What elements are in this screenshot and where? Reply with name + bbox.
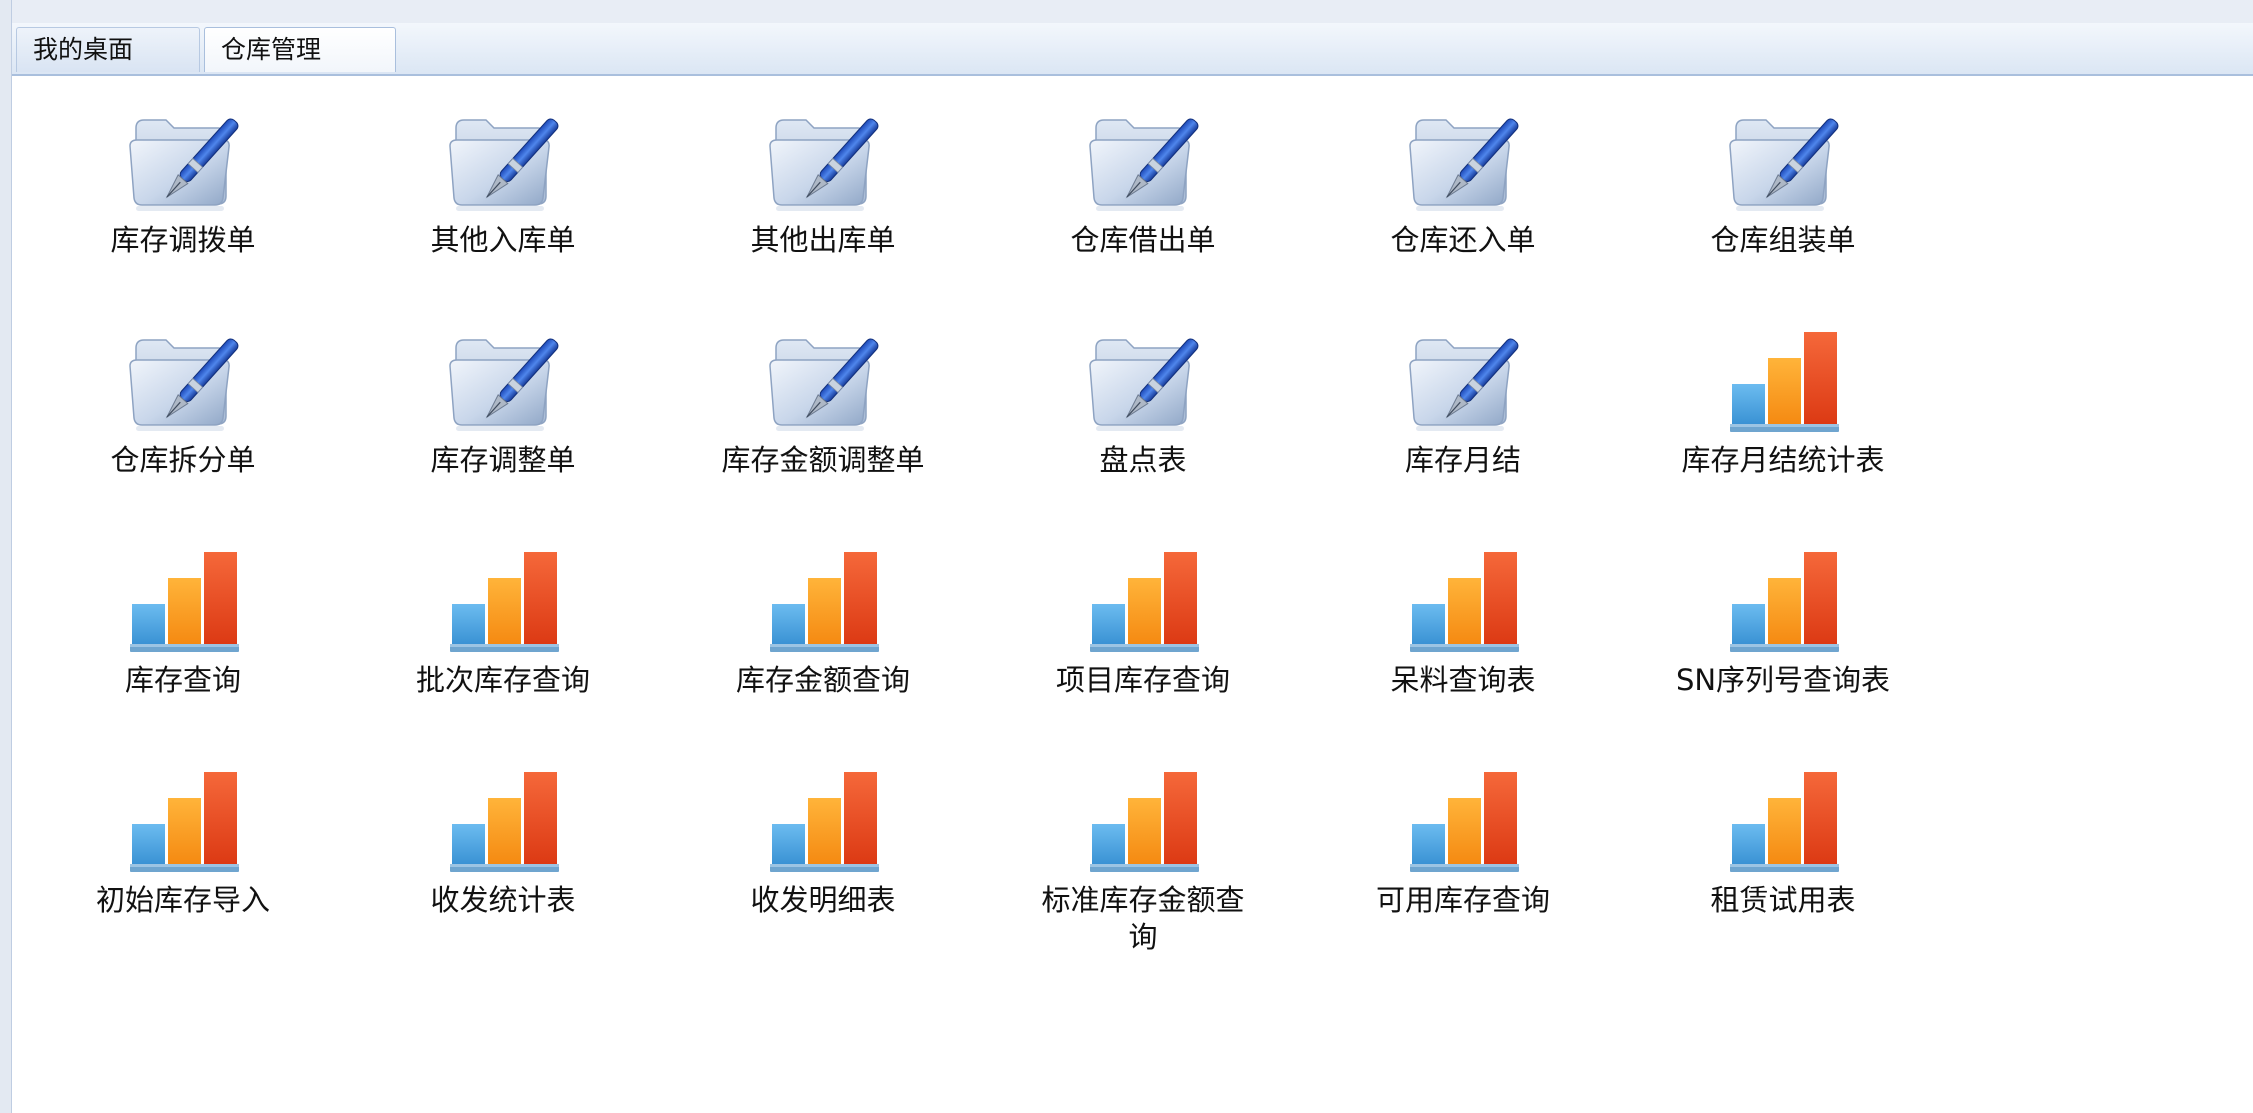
tab-my-desktop[interactable]: 我的桌面 xyxy=(16,27,200,72)
folder-pen-icon xyxy=(124,104,242,216)
left-collapse-rail xyxy=(0,0,12,1113)
folder-pen-icon xyxy=(1404,104,1522,216)
module-item-label: 库存月结统计表 xyxy=(1681,443,1885,477)
module-item[interactable]: 库存调拨单 xyxy=(73,104,293,259)
module-item-label: SN序列号查询表 xyxy=(1675,663,1891,697)
module-item[interactable]: 其他出库单 xyxy=(713,104,933,259)
module-item-label: 标准库存金额查询 xyxy=(1041,883,1245,954)
module-item[interactable]: 库存金额查询 xyxy=(713,544,933,699)
module-item[interactable]: 仓库拆分单 xyxy=(73,324,293,479)
module-item-label: 库存金额调整单 xyxy=(721,443,925,477)
module-item[interactable]: 可用库存查询 xyxy=(1353,764,1573,919)
module-item-label: 库存金额查询 xyxy=(735,663,910,697)
module-item-label: 库存调整单 xyxy=(430,443,576,477)
folder-pen-icon xyxy=(444,324,562,436)
module-item[interactable]: 标准库存金额查询 xyxy=(1033,764,1253,956)
module-item-label: 收发明细表 xyxy=(750,883,896,917)
folder-pen-icon xyxy=(1404,324,1522,436)
bar-chart-icon xyxy=(444,764,562,876)
bar-chart-icon xyxy=(764,544,882,656)
module-item-label: 其他出库单 xyxy=(750,223,896,257)
module-item[interactable]: 库存月结统计表 xyxy=(1673,324,1893,479)
module-item-label: 库存查询 xyxy=(124,663,241,697)
module-item[interactable]: 收发明细表 xyxy=(713,764,933,919)
module-item-label: 租赁试用表 xyxy=(1710,883,1856,917)
module-item[interactable]: 其他入库单 xyxy=(393,104,613,259)
bar-chart-icon xyxy=(444,544,562,656)
bar-chart-icon xyxy=(1084,764,1202,876)
module-item-label: 盘点表 xyxy=(1099,443,1187,477)
folder-pen-icon xyxy=(764,104,882,216)
module-item[interactable]: 初始库存导入 xyxy=(73,764,293,919)
module-item-label: 批次库存查询 xyxy=(415,663,590,697)
module-item[interactable]: 项目库存查询 xyxy=(1033,544,1253,699)
module-item[interactable]: 库存金额调整单 xyxy=(713,324,933,479)
tab-bar: 我的桌面 仓库管理 xyxy=(12,23,2253,76)
bar-chart-icon xyxy=(124,544,242,656)
module-item-label: 仓库还入单 xyxy=(1390,223,1536,257)
module-item[interactable]: 批次库存查询 xyxy=(393,544,613,699)
module-item-label: 库存调拨单 xyxy=(110,223,256,257)
bar-chart-icon xyxy=(764,764,882,876)
module-item-label: 收发统计表 xyxy=(430,883,576,917)
module-item[interactable]: 库存查询 xyxy=(73,544,293,699)
module-item[interactable]: 盘点表 xyxy=(1033,324,1253,479)
bar-chart-icon xyxy=(1404,764,1522,876)
module-item[interactable]: 租赁试用表 xyxy=(1673,764,1893,919)
bar-chart-icon xyxy=(1724,544,1842,656)
window-top-strip xyxy=(0,0,2253,24)
module-item[interactable]: 库存月结 xyxy=(1353,324,1573,479)
module-item[interactable]: 呆料查询表 xyxy=(1353,544,1573,699)
warehouse-panel: 库存调拨单 其他入库单 其他出库单 仓库借出单 仓库还入单 仓库组装单仓库拆分单 库存调整单… xyxy=(12,76,2253,1113)
module-item-label: 可用库存查询 xyxy=(1375,883,1550,917)
module-item-label: 仓库拆分单 xyxy=(110,443,256,477)
module-item-label: 初始库存导入 xyxy=(95,883,270,917)
module-item[interactable]: 仓库组装单 xyxy=(1673,104,1893,259)
bar-chart-icon xyxy=(124,764,242,876)
module-item-label: 仓库借出单 xyxy=(1070,223,1216,257)
module-item[interactable]: 仓库借出单 xyxy=(1033,104,1253,259)
bar-chart-icon xyxy=(1724,324,1842,436)
folder-pen-icon xyxy=(1084,324,1202,436)
module-item[interactable]: 仓库还入单 xyxy=(1353,104,1573,259)
module-item[interactable]: 库存调整单 xyxy=(393,324,613,479)
module-item[interactable]: SN序列号查询表 xyxy=(1673,544,1893,699)
module-item[interactable]: 收发统计表 xyxy=(393,764,613,919)
folder-pen-icon xyxy=(764,324,882,436)
folder-pen-icon xyxy=(444,104,562,216)
module-item-label: 库存月结 xyxy=(1404,443,1521,477)
module-item-label: 项目库存查询 xyxy=(1055,663,1230,697)
folder-pen-icon xyxy=(1724,104,1842,216)
folder-pen-icon xyxy=(124,324,242,436)
module-item-label: 仓库组装单 xyxy=(1710,223,1856,257)
module-item-label: 其他入库单 xyxy=(430,223,576,257)
module-item-label: 呆料查询表 xyxy=(1390,663,1536,697)
tab-warehouse-management[interactable]: 仓库管理 xyxy=(204,27,396,72)
bar-chart-icon xyxy=(1084,544,1202,656)
folder-pen-icon xyxy=(1084,104,1202,216)
bar-chart-icon xyxy=(1724,764,1842,876)
bar-chart-icon xyxy=(1404,544,1522,656)
